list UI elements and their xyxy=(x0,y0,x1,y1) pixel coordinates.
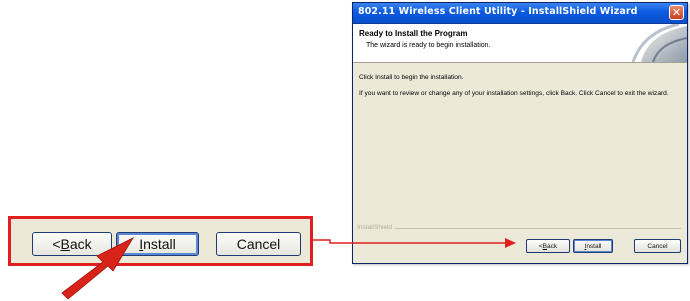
header-subtitle: The wizard is ready to begin installatio… xyxy=(366,42,491,49)
callout-back-button[interactable]: < Back xyxy=(32,232,112,256)
separator-line xyxy=(357,228,681,229)
window-title: 802.11 Wireless Client Utility - Install… xyxy=(358,6,638,17)
installshield-header-graphic xyxy=(623,24,687,62)
cancel-button[interactable]: Cancel xyxy=(634,239,681,253)
title-bar[interactable]: 802.11 Wireless Client Utility - Install… xyxy=(353,3,687,24)
install-button[interactable]: Install xyxy=(573,239,613,253)
installshield-wizard-window: 802.11 Wireless Client Utility - Install… xyxy=(352,2,688,264)
close-icon[interactable]: ✕ xyxy=(669,5,684,20)
wizard-header: Ready to Install the Program The wizard … xyxy=(353,24,687,63)
installshield-brand-row: InstallShield xyxy=(357,224,681,232)
back-button[interactable]: < Back xyxy=(526,239,570,253)
brand-label: InstallShield xyxy=(357,224,396,231)
review-text: If you want to review or change any of y… xyxy=(359,90,669,97)
instruction-text: Click Install to begin the installation. xyxy=(359,74,464,81)
callout-install-button[interactable]: Install xyxy=(116,232,199,256)
zoom-callout: < Back Install Cancel xyxy=(8,216,313,266)
header-title: Ready to Install the Program xyxy=(359,29,468,38)
callout-cancel-button[interactable]: Cancel xyxy=(216,232,301,256)
